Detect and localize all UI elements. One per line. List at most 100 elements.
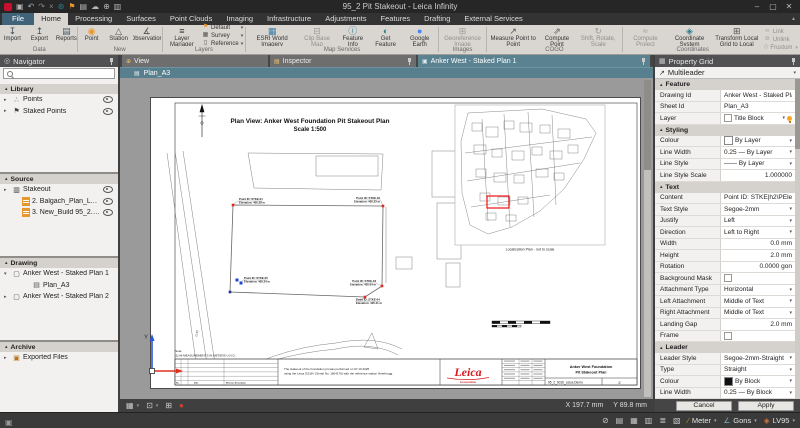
checkbox-unchecked[interactable] (724, 332, 732, 340)
dropdown-caret-icon[interactable]: ▾ (156, 403, 159, 409)
ribbon-button-clip-base-map[interactable]: ⊟Clip Base Map (298, 25, 336, 46)
property-value-line-width[interactable]: 0.25 — By Layer▾ (720, 147, 795, 158)
layout-icon[interactable]: ▦ (126, 399, 134, 412)
apply-button[interactable]: Apply (738, 401, 794, 411)
dropdown-caret-icon[interactable]: ▾ (782, 115, 785, 121)
maximize-button[interactable]: ▢ (766, 0, 780, 13)
pin-icon[interactable] (641, 58, 646, 65)
nav-item-anker-west-staked-plan-1[interactable]: ▾▢Anker West - Staked Plan 1 (0, 268, 118, 280)
property-grid-scrollbar[interactable] (795, 79, 800, 399)
unit-selector-lv95[interactable]: ◈LV95▾ (764, 416, 795, 425)
unit-selector-gons[interactable]: ∠Gons▾ (724, 416, 757, 425)
canvas-scrollbar[interactable] (644, 80, 651, 397)
tab-view[interactable]: ⊕ View (122, 55, 268, 67)
visibility-eye-icon[interactable] (103, 198, 113, 205)
property-value-width[interactable]: 0.0 mm (720, 239, 795, 250)
redo-icon[interactable]: ↷ (38, 0, 45, 13)
visibility-eye-icon[interactable] (103, 186, 113, 193)
dropdown-caret-icon[interactable]: ▾ (789, 161, 792, 167)
navigator-section-header-drawing[interactable]: ▴Drawing (0, 258, 118, 268)
property-value-rotation[interactable]: 0.0000 gon (720, 262, 795, 273)
ribbon-button-frustum[interactable]: ◇Frustum▾ (764, 44, 797, 52)
search-input[interactable] (16, 69, 113, 78)
save-icon[interactable]: ▣ (16, 0, 24, 13)
property-value-content[interactable]: Point ID: STKE|h2\PElevatic (720, 193, 795, 204)
undo-icon[interactable]: ↶ (28, 0, 35, 13)
dropdown-caret-icon[interactable]: ▾ (789, 355, 792, 361)
drawing-canvas[interactable]: Plan View: Anker West Foundation Pit Sta… (120, 78, 653, 399)
checkbox-unchecked[interactable] (724, 114, 732, 122)
property-value-right-attachment[interactable]: Middle of Text▾ (720, 308, 795, 319)
tab-inspector[interactable]: ▤ Inspector (270, 55, 416, 67)
ribbon-button-import[interactable]: ↧Import (0, 25, 25, 46)
visibility-eye-icon[interactable] (103, 108, 113, 115)
property-value-left-attachment[interactable]: Middle of Text▾ (720, 296, 795, 307)
ribbon-tab-features[interactable]: Features (374, 13, 418, 25)
property-value-landing-gap[interactable]: 2.0 mm (720, 319, 795, 330)
ribbon-button-observation[interactable]: ∡Observation (133, 25, 161, 46)
ribbon-button-link[interactable]: ∞Link (764, 28, 797, 36)
dropdown-caret-icon[interactable]: ▾ (789, 138, 792, 144)
ribbon-button-reports[interactable]: ▤Reports (53, 25, 79, 46)
ribbon-button-transform-local-grid-to-local-grid[interactable]: ⊞Transform Local Grid to Local Grid (712, 25, 762, 46)
zoom-fit-icon[interactable]: ⊞ (165, 399, 172, 412)
property-section-feature[interactable]: ▴Feature (655, 79, 795, 90)
dropdown-caret-icon[interactable]: ▾ (789, 367, 792, 373)
ribbon-button-unlink[interactable]: ⊘Unlink (764, 36, 797, 44)
cancel-button[interactable]: Cancel (676, 401, 732, 411)
ribbon-button-point[interactable]: ◉Point (79, 25, 105, 46)
nav-item-staked-points[interactable]: ▸⚑Staked Points (0, 106, 118, 118)
list-icon[interactable]: ≣ (659, 413, 666, 428)
ribbon-button-georeference-image[interactable]: ⊞Georeference Image (440, 25, 485, 46)
tree-expander-icon[interactable]: ▸ (4, 108, 10, 114)
delete-icon[interactable]: × (49, 0, 54, 13)
ribbon-button-get-feature[interactable]: ◐Get Feature (370, 25, 402, 46)
ribbon-tab-file[interactable]: File (2, 13, 34, 25)
tree-expander-icon[interactable]: ▸ (4, 294, 10, 300)
property-value-layer[interactable]: Title Block▾ (720, 113, 795, 124)
record-icon[interactable]: ● (179, 399, 184, 412)
pin-icon[interactable] (109, 58, 114, 65)
grid-icon[interactable]: ▦ (630, 413, 638, 428)
nav-item-exported-files[interactable]: ▸▣Exported Files (0, 352, 118, 364)
visibility-eye-icon[interactable] (103, 96, 113, 103)
ribbon-tab-drafting[interactable]: Drafting (417, 13, 457, 25)
close-button[interactable]: ✕ (782, 0, 796, 13)
property-value-colour[interactable]: By Block▾ (720, 376, 795, 387)
archive-icon[interactable]: ▤ (80, 0, 88, 13)
checkbox-unchecked[interactable] (724, 274, 732, 282)
ribbon-tab-surfaces[interactable]: Surfaces (119, 13, 163, 25)
ribbon-button-compute-project-coordinates[interactable]: ≈Compute Project Coordinates (624, 25, 668, 46)
nav-item-points[interactable]: ▸∴Points (0, 94, 118, 106)
tree-expander-icon[interactable]: ▸ (4, 97, 10, 103)
property-value-line-style-scale[interactable]: 1.000000 (720, 170, 795, 181)
tree-expander-icon[interactable]: ▾ (4, 271, 10, 277)
dropdown-caret-icon[interactable]: ▾ (789, 229, 792, 235)
property-value-line-style[interactable]: —— By Layer▾ (720, 159, 795, 170)
dropdown-caret-icon[interactable]: ▾ (789, 206, 792, 212)
ribbon-item-default[interactable]: ⚑Default▾ (202, 24, 243, 31)
snap-icon[interactable]: ⊘ (602, 413, 609, 428)
navigator-section-header-source[interactable]: ▴Source (0, 174, 118, 184)
ribbon-item-survey[interactable]: ▦Survey▾ (202, 32, 243, 39)
display-mode-icon[interactable]: ⊡ (146, 399, 153, 412)
property-type-selector[interactable]: Multileader ▾ (655, 67, 800, 79)
property-value-background-mask[interactable] (720, 273, 795, 284)
pin-icon[interactable] (791, 58, 796, 65)
dropdown-caret-icon[interactable]: ▾ (789, 298, 792, 304)
dropdown-caret-icon[interactable]: ▾ (789, 310, 792, 316)
nav-item-2-balgach-plan-lv95-2-dwg[interactable]: 2. Balgach_Plan_LV95_2.dwg (0, 196, 118, 208)
log-icon[interactable]: ▤ (616, 413, 624, 428)
property-value-line-width[interactable]: 0.25 — By Block▾ (720, 388, 795, 399)
unit-selector-meter[interactable]: ∕Meter▾ (688, 416, 717, 425)
tree-expander-icon[interactable]: ▸ (4, 355, 10, 361)
dropdown-caret-icon[interactable]: ▾ (789, 378, 792, 384)
visibility-eye-icon[interactable] (103, 209, 113, 216)
ribbon-button-station[interactable]: △Station (106, 25, 132, 46)
layer-bulb-icon[interactable] (787, 116, 792, 121)
ribbon-button-shift-rotate-scale[interactable]: ↻Shift, Rotate, Scale (576, 25, 621, 46)
property-value-direction[interactable]: Left to Right▾ (720, 227, 795, 238)
nav-item-stakeout[interactable]: ▸▥Stakeout (0, 184, 118, 196)
nav-item-3-new-build-95-2-dwg[interactable]: 3. New_Build 95_2.dwg (0, 207, 118, 219)
folder-icon[interactable]: ▧ (673, 413, 681, 428)
